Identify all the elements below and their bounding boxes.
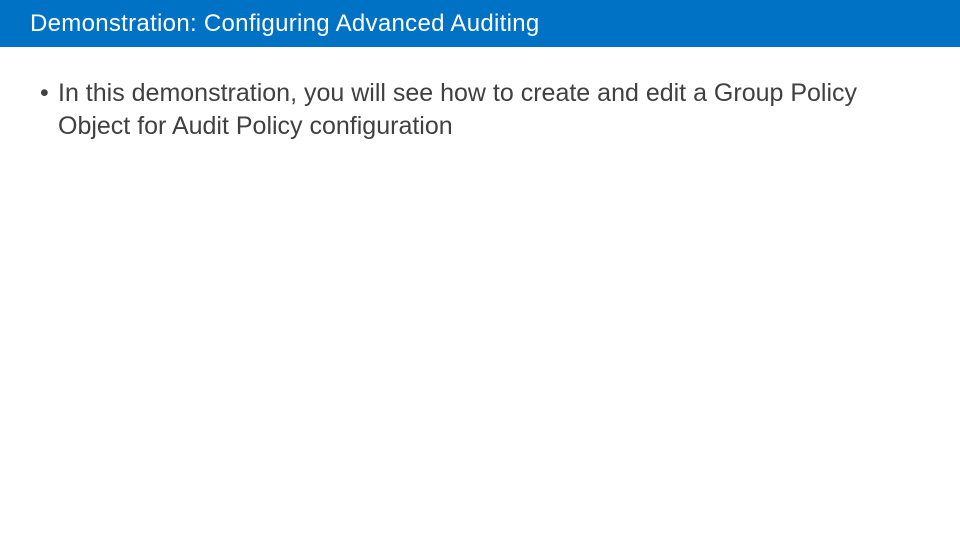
slide-content: In this demonstration, you will see how … [0,47,960,142]
slide-title: Demonstration: Configuring Advanced Audi… [30,10,540,38]
list-item: In this demonstration, you will see how … [40,77,910,142]
slide-header: Demonstration: Configuring Advanced Audi… [0,0,960,47]
bullet-list: In this demonstration, you will see how … [40,77,910,142]
